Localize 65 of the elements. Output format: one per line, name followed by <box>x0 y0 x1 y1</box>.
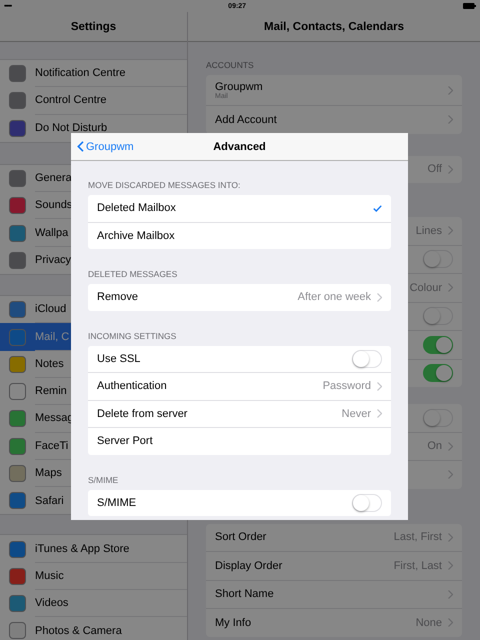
battery-icon <box>462 3 476 9</box>
row-label: Server Port <box>97 435 153 448</box>
chevron-icon <box>377 409 382 418</box>
row-label: Sort Order <box>215 531 266 544</box>
toggle-switch[interactable] <box>423 364 453 382</box>
toggle-switch[interactable] <box>423 336 453 354</box>
row-value: Never <box>342 408 371 420</box>
row-label: Display Order <box>215 560 282 572</box>
chevron-icon <box>377 292 382 302</box>
option-row[interactable]: Archive Mailbox <box>88 222 391 249</box>
row-value: Off <box>428 163 442 176</box>
chevron-icon <box>448 283 453 292</box>
row-value: None <box>416 616 442 629</box>
section-header: INCOMING SETTINGS <box>87 330 178 340</box>
toggle-switch[interactable] <box>423 307 453 326</box>
settings-row[interactable]: Display Order First, Last <box>206 551 462 580</box>
sidebar-title: Settings <box>0 12 187 42</box>
chevron-icon <box>448 86 453 94</box>
chevron-icon <box>448 226 453 236</box>
toggle-switch[interactable] <box>352 350 382 368</box>
toggle-switch[interactable] <box>423 250 453 268</box>
row-label: Add Account <box>215 114 277 126</box>
settings-row[interactable]: Authentication Password <box>88 372 391 400</box>
chevron-icon <box>448 164 453 174</box>
row-label: Archive Mailbox <box>97 230 175 242</box>
row-label: Delete from server <box>97 408 188 420</box>
chevron-icon <box>448 470 453 480</box>
settings-row[interactable]: My Info None <box>206 608 462 636</box>
row-label: S/MIME <box>97 496 136 509</box>
dialog-title: Advanced <box>213 140 266 152</box>
row-label: Short Name <box>215 588 274 600</box>
row-value: After one week <box>298 291 371 304</box>
row-label: Remove <box>97 291 138 304</box>
row-label: Authentication <box>97 380 167 392</box>
row-label: Groupwm <box>215 81 263 93</box>
section-header: DELETED MESSAGES <box>87 269 178 279</box>
back-chevron-icon <box>77 141 84 152</box>
row-value: Lines <box>416 224 442 237</box>
chevron-icon <box>448 561 453 570</box>
chevron-icon <box>448 115 453 124</box>
chevron-icon <box>448 532 453 542</box>
row-value: On <box>427 440 442 452</box>
toggle-switch[interactable] <box>423 408 453 427</box>
chevron-icon <box>448 618 453 628</box>
settings-row[interactable]: Remove After one week <box>88 284 391 310</box>
chevron-icon <box>377 382 382 391</box>
settings-row[interactable]: Sort Order Last, First <box>206 524 462 551</box>
section-header: ACCOUNTS <box>205 60 255 70</box>
chevron-icon <box>448 590 453 599</box>
row-label: My Info <box>215 616 252 629</box>
chevron-icon <box>448 442 453 451</box>
page-title: Mail, Contacts, Calendars <box>188 12 480 42</box>
checkmark-icon <box>373 204 382 212</box>
row-value: Password <box>322 380 371 392</box>
toggle-switch[interactable] <box>352 494 382 512</box>
row-value: Colour <box>410 282 442 294</box>
back-button[interactable]: Groupwm <box>77 140 134 152</box>
row-value: Last, First <box>394 531 442 544</box>
row-label: Deleted Mailbox <box>97 202 176 214</box>
section-header: MOVE DISCARDED MESSAGES INTO: <box>87 180 242 190</box>
settings-row[interactable]: Delete from server Never <box>88 400 391 427</box>
row-label: Use SSL <box>97 352 140 365</box>
section-header: S/MIME <box>87 474 120 484</box>
settings-row[interactable]: Short Name <box>206 580 462 608</box>
row-value: First, Last <box>394 560 442 572</box>
